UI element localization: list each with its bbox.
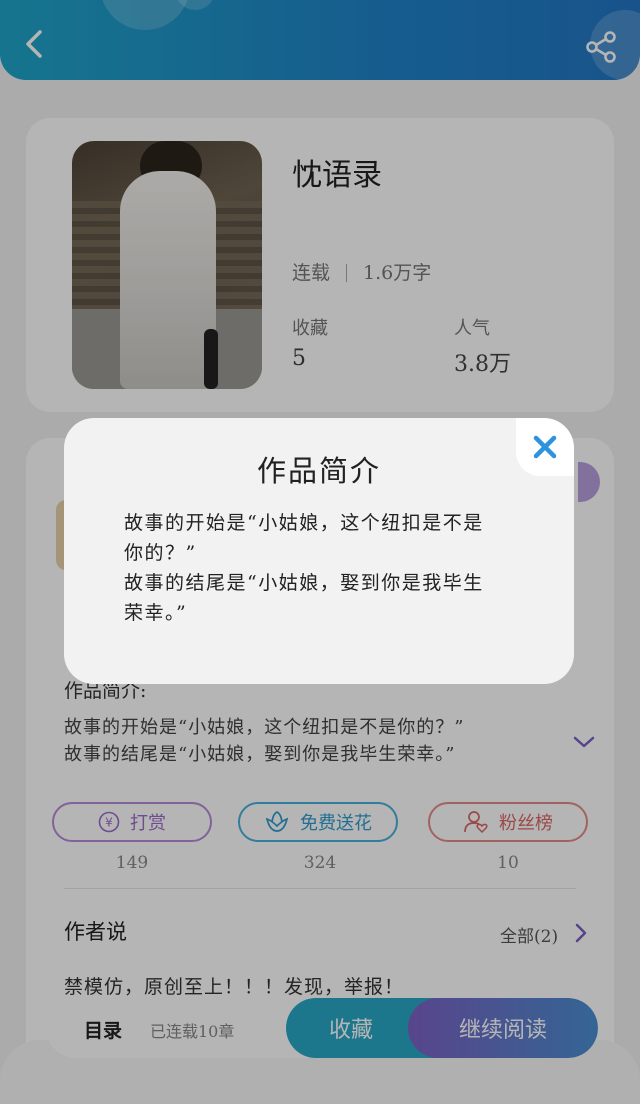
modal-line: 故事的开始是“小姑娘，这个纽扣是不是 [124,512,484,534]
intro-modal: 作品简介 故事的开始是“小姑娘，这个纽扣是不是 你的？” 故事的结尾是“小姑娘，… [64,418,574,684]
close-icon [533,435,557,459]
modal-line: 你的？” [124,542,197,564]
modal-line: 荣幸。” [124,602,188,624]
close-button[interactable] [516,418,574,476]
modal-text: 故事的开始是“小姑娘，这个纽扣是不是 你的？” 故事的结尾是“小姑娘，娶到你是我… [124,508,514,628]
modal-line: 故事的结尾是“小姑娘，娶到你是我毕生 [124,572,484,594]
modal-title: 作品简介 [256,454,381,488]
